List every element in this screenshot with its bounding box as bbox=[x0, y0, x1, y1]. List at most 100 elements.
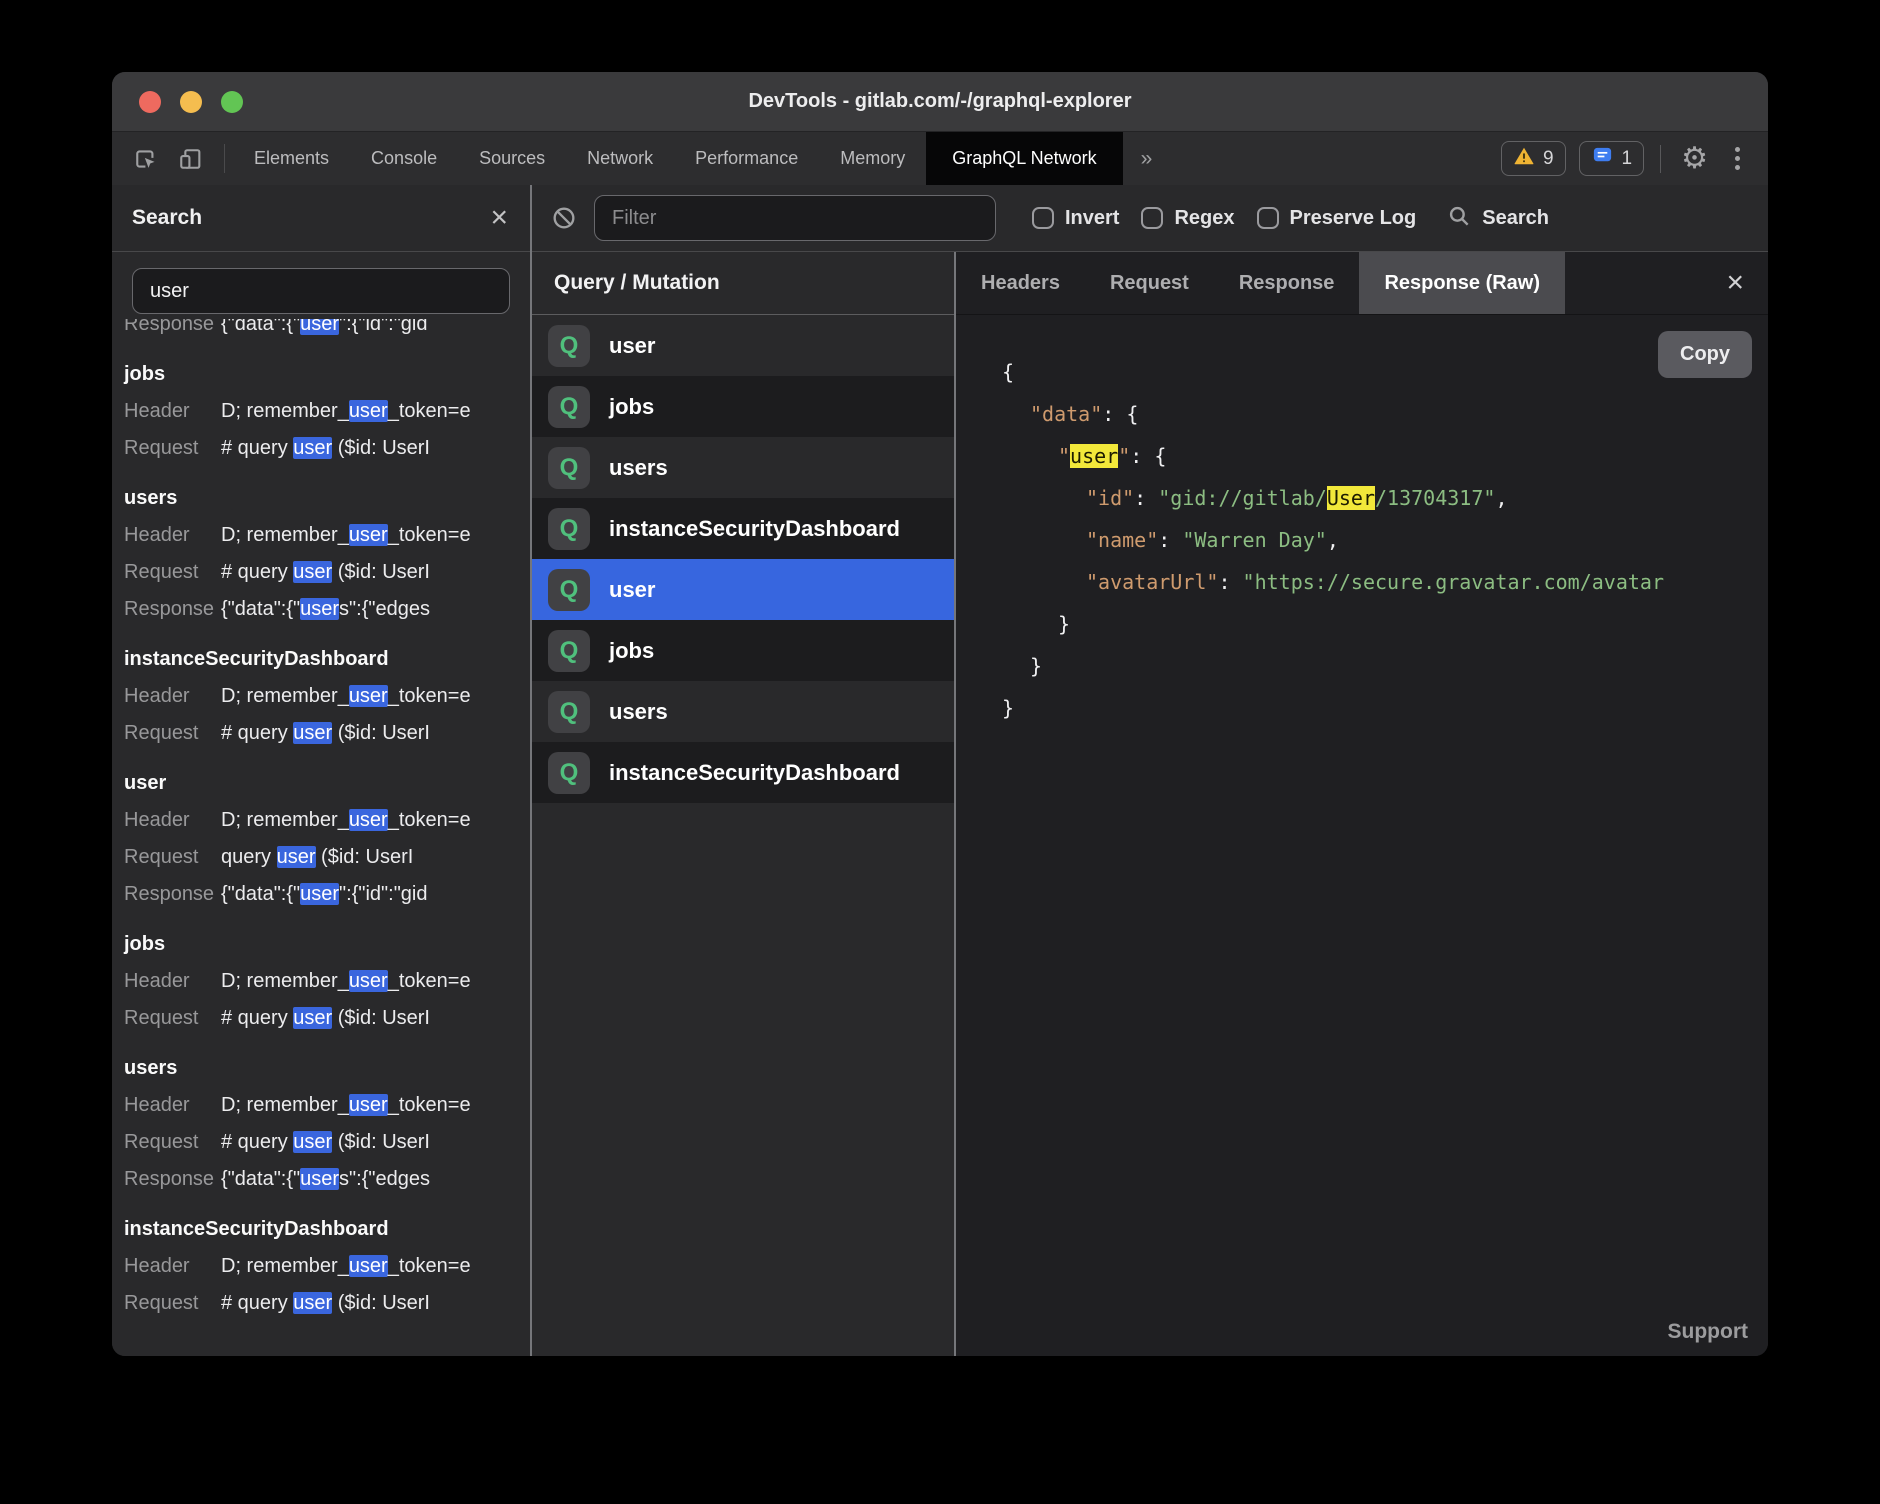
support-link[interactable]: Support bbox=[1668, 1320, 1748, 1344]
search-match-highlight: User bbox=[1327, 486, 1375, 510]
checkbox-regex[interactable]: Regex bbox=[1141, 207, 1234, 230]
search-result-line[interactable]: Requestquery user ($id: UserI bbox=[124, 839, 530, 876]
query-list-item[interactable]: Quser bbox=[532, 559, 954, 620]
result-line-content: {"data":{"users":{"edges bbox=[221, 1161, 430, 1198]
devtools-tab-graphql-network[interactable]: GraphQL Network bbox=[926, 132, 1122, 185]
checkbox-label-invert: Invert bbox=[1065, 207, 1119, 230]
result-text: _token=e bbox=[388, 1255, 471, 1277]
json-token: : bbox=[1158, 528, 1182, 552]
devtools-tab-console[interactable]: Console bbox=[350, 132, 458, 185]
result-text: _token=e bbox=[388, 1094, 471, 1116]
result-line-content: query user ($id: UserI bbox=[221, 839, 413, 876]
checkbox-box-regex[interactable] bbox=[1141, 207, 1163, 229]
query-type-badge: Q bbox=[548, 630, 590, 672]
minimize-window-button[interactable] bbox=[180, 91, 202, 113]
more-tabs-chevron-icon[interactable]: » bbox=[1123, 132, 1169, 185]
search-match-highlight: user bbox=[293, 437, 332, 459]
search-result-line[interactable]: HeaderD; remember_user_token=e bbox=[124, 802, 530, 839]
search-result-line[interactable]: HeaderD; remember_user_token=e bbox=[124, 517, 530, 554]
filter-search[interactable]: Search bbox=[1446, 203, 1549, 234]
search-match-highlight: user bbox=[277, 846, 316, 868]
filter-input[interactable] bbox=[594, 195, 996, 241]
result-text: query bbox=[221, 846, 277, 868]
search-group-title: instanceSecurityDashboard bbox=[124, 641, 530, 678]
search-result-line[interactable]: Request# query user ($id: UserI bbox=[124, 1285, 530, 1322]
json-line: } bbox=[1002, 687, 1768, 729]
search-result-line[interactable]: HeaderD; remember_user_token=e bbox=[124, 678, 530, 715]
query-type-badge: Q bbox=[548, 569, 590, 611]
search-result-line[interactable]: HeaderD; remember_user_token=e bbox=[124, 393, 530, 430]
detail-tab-request[interactable]: Request bbox=[1085, 252, 1214, 314]
query-type-badge: Q bbox=[548, 752, 590, 794]
query-type-badge: Q bbox=[548, 691, 590, 733]
devtools-tab-network[interactable]: Network bbox=[566, 132, 674, 185]
json-token: "avatarUrl" bbox=[1086, 570, 1218, 594]
inspect-element-icon[interactable] bbox=[132, 145, 160, 173]
devtools-tab-elements[interactable]: Elements bbox=[233, 132, 350, 185]
detail-tab-response-raw[interactable]: Response (Raw) bbox=[1359, 252, 1565, 314]
query-list-item[interactable]: Quser bbox=[532, 315, 954, 376]
checkbox-box-invert[interactable] bbox=[1032, 207, 1054, 229]
search-result-group: usersHeaderD; remember_user_token=eReque… bbox=[124, 1050, 530, 1198]
result-text: _token=e bbox=[388, 809, 471, 831]
issues-count: 1 bbox=[1622, 148, 1633, 170]
checkbox-invert[interactable]: Invert bbox=[1032, 207, 1119, 230]
query-list-item[interactable]: Qjobs bbox=[532, 376, 954, 437]
search-result-line[interactable]: Request# query user ($id: UserI bbox=[124, 430, 530, 467]
window-title: DevTools - gitlab.com/-/graphql-explorer bbox=[748, 90, 1131, 113]
search-result-line[interactable]: Request# query user ($id: UserI bbox=[124, 554, 530, 591]
result-line-label: Request bbox=[124, 1000, 221, 1037]
result-line-label: Request bbox=[124, 554, 221, 591]
result-text: ($id: UserI bbox=[332, 1131, 430, 1153]
json-line: "avatarUrl": "https://secure.gravatar.co… bbox=[1002, 561, 1768, 603]
filter-checkboxes: Invert Regex Preserve Log bbox=[1010, 207, 1416, 230]
search-match-highlight: user bbox=[293, 1292, 332, 1314]
detail-tab-response[interactable]: Response bbox=[1214, 252, 1360, 314]
zoom-window-button[interactable] bbox=[221, 91, 243, 113]
query-list-item[interactable]: Qjobs bbox=[532, 620, 954, 681]
devtools-tab-sources[interactable]: Sources bbox=[458, 132, 566, 185]
search-result-line[interactable]: HeaderD; remember_user_token=e bbox=[124, 963, 530, 1000]
search-input[interactable] bbox=[132, 268, 510, 314]
menu-dots-icon[interactable] bbox=[1725, 147, 1750, 170]
close-window-button[interactable] bbox=[139, 91, 161, 113]
search-group-title: jobs bbox=[124, 356, 530, 393]
checkbox-preserve-log[interactable]: Preserve Log bbox=[1257, 207, 1417, 230]
devtools-tab-performance[interactable]: Performance bbox=[674, 132, 819, 185]
search-result-line[interactable]: Request# query user ($id: UserI bbox=[124, 1124, 530, 1161]
search-match-highlight: user bbox=[293, 1007, 332, 1029]
search-result-line[interactable]: Response{"data":{"users":{"edges bbox=[124, 591, 530, 628]
detail-close-icon[interactable]: × bbox=[1702, 252, 1768, 314]
result-text: # query bbox=[221, 722, 293, 744]
query-list-item[interactable]: QinstanceSecurityDashboard bbox=[532, 742, 954, 803]
warnings-badge[interactable]: 9 bbox=[1501, 141, 1566, 176]
clear-icon[interactable] bbox=[550, 204, 578, 232]
search-result-line[interactable]: HeaderD; remember_user_token=e bbox=[124, 1248, 530, 1285]
query-list-item[interactable]: QinstanceSecurityDashboard bbox=[532, 498, 954, 559]
result-line-content: D; remember_user_token=e bbox=[221, 1248, 471, 1285]
search-result-line[interactable]: Request# query user ($id: UserI bbox=[124, 1000, 530, 1037]
result-line-content: {"data":{"user":{"id":"gid bbox=[221, 319, 428, 343]
settings-gear-icon[interactable]: ⚙ bbox=[1677, 144, 1712, 174]
copy-button[interactable]: Copy bbox=[1658, 331, 1752, 378]
message-icon bbox=[1591, 144, 1614, 173]
result-line-label: Header bbox=[124, 1087, 221, 1124]
issues-badge[interactable]: 1 bbox=[1579, 141, 1645, 176]
result-text: {"data":{" bbox=[221, 598, 300, 620]
search-box bbox=[112, 252, 530, 319]
result-line-content: D; remember_user_token=e bbox=[221, 963, 471, 1000]
search-close-icon[interactable]: × bbox=[490, 203, 508, 233]
detail-tab-headers[interactable]: Headers bbox=[956, 252, 1085, 314]
search-result-line[interactable]: Response{"data":{"users":{"edges bbox=[124, 1161, 530, 1198]
search-result-line[interactable]: Response{"data":{"user":{"id":"gid bbox=[124, 876, 530, 913]
query-list-item[interactable]: Qusers bbox=[532, 681, 954, 742]
json-line: } bbox=[1002, 645, 1768, 687]
checkbox-box-preserve-log[interactable] bbox=[1257, 207, 1279, 229]
devtools-tab-memory[interactable]: Memory bbox=[819, 132, 926, 185]
device-toolbar-icon[interactable] bbox=[176, 145, 204, 173]
json-token: /13704317" bbox=[1375, 486, 1495, 510]
query-list-item[interactable]: Qusers bbox=[532, 437, 954, 498]
search-result-line[interactable]: HeaderD; remember_user_token=e bbox=[124, 1087, 530, 1124]
search-result-line[interactable]: Response{"data":{"user":{"id":"gid bbox=[124, 319, 530, 343]
search-result-line[interactable]: Request# query user ($id: UserI bbox=[124, 715, 530, 752]
